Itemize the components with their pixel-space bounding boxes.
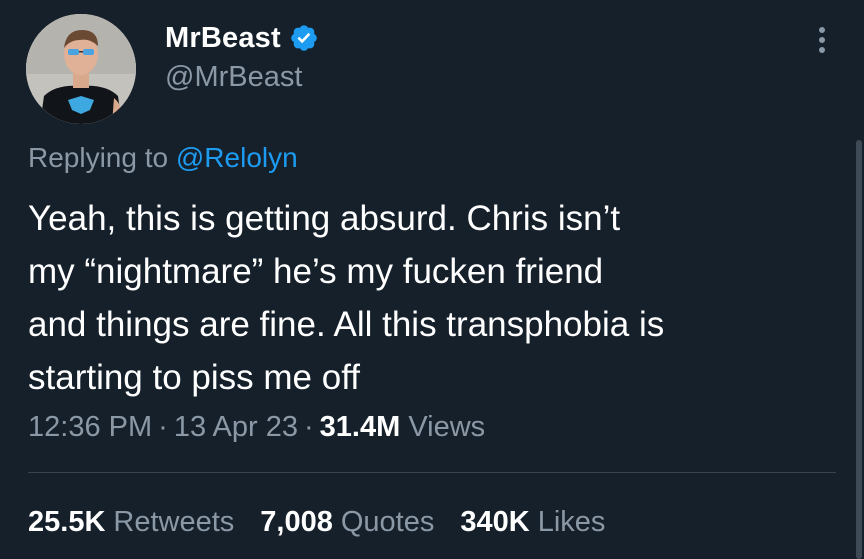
replying-to-label: Replying to	[28, 142, 176, 173]
avatar[interactable]	[26, 14, 136, 124]
tweet-time[interactable]: 12:36 PM	[28, 411, 152, 443]
engagement-stats: 25.5K Retweets 7,008 Quotes 340K Likes	[28, 506, 631, 539]
replying-to: Replying to @Relolyn	[28, 142, 298, 174]
verified-badge-icon[interactable]	[289, 23, 319, 53]
likes-count: 340K	[460, 506, 530, 538]
retweets-label: Retweets	[113, 506, 235, 538]
meta-separator: ·	[303, 411, 314, 443]
quotes-stat[interactable]: 7,008 Quotes	[260, 506, 434, 539]
author-name-row: MrBeast	[165, 18, 319, 58]
author-display-name[interactable]: MrBeast	[165, 22, 281, 55]
likes-stat[interactable]: 340K Likes	[460, 506, 605, 539]
tweet-card: MrBeast @MrBeast Replying to @Relolyn Ye…	[0, 0, 864, 559]
quotes-count: 7,008	[260, 506, 333, 538]
scrollbar[interactable]	[856, 140, 862, 559]
avatar-image	[26, 14, 136, 124]
meta-separator: ·	[158, 411, 168, 443]
author-info: MrBeast @MrBeast	[165, 18, 319, 94]
retweets-count: 25.5K	[28, 506, 106, 538]
retweets-stat[interactable]: 25.5K Retweets	[28, 506, 234, 539]
views-label: Views	[408, 411, 486, 443]
more-options-icon[interactable]	[808, 22, 836, 58]
quotes-label: Quotes	[340, 506, 435, 538]
divider	[28, 472, 836, 473]
tweet-date[interactable]: 13 Apr 23	[174, 411, 298, 443]
likes-label: Likes	[537, 506, 606, 538]
tweet-meta: 12:36 PM · 13 Apr 23 · 31.4M Views	[28, 411, 485, 444]
author-handle[interactable]: @MrBeast	[165, 61, 319, 94]
tweet-text: Yeah, this is getting absurd. Chris isn’…	[28, 199, 665, 397]
views-count: 31.4M	[319, 411, 401, 443]
replying-to-handle-link[interactable]: @Relolyn	[176, 142, 298, 173]
